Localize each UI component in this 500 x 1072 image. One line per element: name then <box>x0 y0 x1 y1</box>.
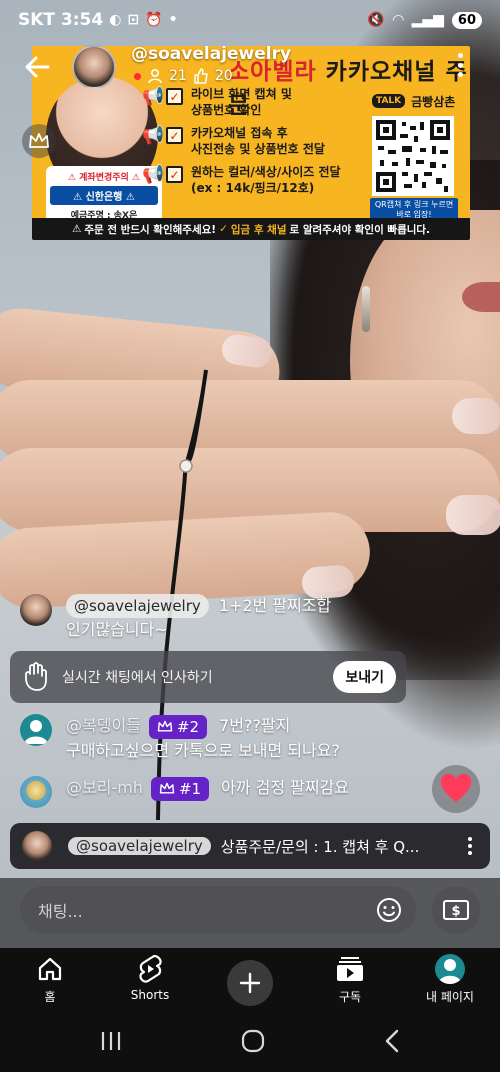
crown-icon <box>157 720 173 732</box>
pinned-text: 상품주문/문의 : 1. 캡쳐 후 Q... <box>220 837 420 856</box>
checkbox-icon: ✓ <box>166 127 183 144</box>
chat-message: @보리-mh #1 아까 검정 팔찌감요 <box>20 776 349 808</box>
svg-text:$: $ <box>451 904 460 919</box>
crown-icon[interactable] <box>22 124 56 158</box>
home-button-icon[interactable] <box>240 1028 266 1054</box>
mute-icon: 🔇 <box>367 12 385 28</box>
video-nail <box>452 398 500 434</box>
battery-indicator: 60 <box>451 11 482 29</box>
channel-avatar[interactable] <box>72 45 116 89</box>
kakao-talk-icon: TALK <box>372 94 406 108</box>
chat-text: 인기많습니다~ <box>66 620 168 639</box>
checkbox-icon: ✓ <box>166 88 183 105</box>
greeting-bar: 실시간 채팅에서 인사하기 보내기 <box>10 651 406 703</box>
greeting-text: 실시간 채팅에서 인사하기 <box>62 670 213 686</box>
megaphone-icon: 📢 <box>142 125 165 146</box>
viewer-count: 21 <box>169 68 187 84</box>
create-icon <box>227 960 273 1006</box>
chat-avatar[interactable] <box>20 776 52 808</box>
viewers-icon <box>148 68 162 84</box>
chat-text: 구매하고싶으면 카톡으로 보내면 되나요? <box>66 740 340 760</box>
dot-icon: • <box>168 12 178 28</box>
like-icon <box>194 68 208 84</box>
chat-author[interactable]: @복뎅이들 <box>66 716 141 735</box>
system-nav-bar <box>0 1010 500 1072</box>
banner-footer: ⚠ 주문 전 반드시 확인해주세요! ✓ 입금 후 채널 로 알려주셔야 확인이 … <box>32 218 470 240</box>
waving-hand-icon <box>25 662 47 691</box>
chat-text: 아까 검정 팔찌감요 <box>221 778 350 797</box>
order-step: 📢 ✓ 카카오채널 접속 후 사진전송 및 상품번호 전달 <box>142 125 372 157</box>
subscriptions-icon <box>335 954 365 984</box>
chat-text: 1+2번 팔찌조합 <box>218 596 332 615</box>
back-button-icon[interactable] <box>382 1028 402 1054</box>
nav-label: Shorts <box>130 988 170 1002</box>
nav-label: 구독 <box>338 990 362 1004</box>
member-rank-badge: #1 <box>150 776 210 801</box>
step-text: 원하는 컬러/색상/사이즈 전달 (ex : 14k/핑크/12호) <box>191 165 341 195</box>
like-count: 20 <box>214 68 233 84</box>
live-stats: 21 20 <box>134 68 233 84</box>
video-nail <box>446 495 500 535</box>
chat-message: @복뎅이들 #2 7번??팔지 구매하고싶으면 카톡으로 보내면 되나요? <box>20 714 340 763</box>
chat-input[interactable]: 채팅... <box>20 886 416 934</box>
chat-text: 7번??팔지 <box>219 716 291 735</box>
profile-icon <box>435 954 465 984</box>
pinned-more-icon[interactable] <box>462 837 478 855</box>
super-chat-button[interactable]: $ <box>432 886 480 934</box>
notification-icon: ⊡ <box>127 12 140 28</box>
pinned-avatar <box>22 831 52 861</box>
wifi-icon: ◠ <box>392 12 404 28</box>
back-arrow-icon[interactable] <box>22 52 52 82</box>
check-icon: ✓ <box>219 223 228 235</box>
signal-icon: ▂▄▆ <box>411 12 444 28</box>
step-text: 카카오채널 접속 후 사진전송 및 상품번호 전달 <box>191 126 325 156</box>
bottom-nav: 홈 Shorts 구독 내 페이지 <box>0 948 500 1010</box>
checkbox-icon: ✓ <box>166 166 183 183</box>
crown-icon <box>159 782 175 794</box>
nav-label: 홈 <box>44 990 56 1004</box>
heart-icon <box>440 774 472 802</box>
video-earring <box>362 286 370 332</box>
qr-code <box>372 116 454 196</box>
chat-avatar[interactable] <box>20 594 52 626</box>
pinned-author: @soavelajewelry <box>68 837 211 855</box>
nav-subscriptions[interactable]: 구독 <box>300 948 400 1010</box>
qr-code-icon <box>376 120 450 192</box>
chat-author[interactable]: @보리-mh <box>66 778 143 797</box>
alarm-icon: ⏰ <box>145 12 163 28</box>
chat-author-owner[interactable]: @soavelajewelry <box>66 594 209 618</box>
step-text: 라이브 화면 캡쳐 및 상품번호 확인 <box>191 87 292 117</box>
status-time: SKT 3:54 <box>18 10 104 30</box>
megaphone-icon: 📢 <box>142 164 165 185</box>
nav-create[interactable] <box>200 948 300 1010</box>
more-options-icon[interactable] <box>452 50 468 80</box>
kakao-channel-label: TALK 금빵삼촌 <box>372 90 460 112</box>
notification-icon: ◐ <box>109 12 122 28</box>
chat-message: @soavelajewelry 1+2번 팔찌조합 인기많습니다~ <box>20 594 331 642</box>
shorts-icon <box>135 954 165 984</box>
nav-home[interactable]: 홈 <box>0 948 100 1010</box>
chat-input-placeholder: 채팅... <box>38 902 83 921</box>
order-step: 📢 ✓ 라이브 화면 캡쳐 및 상품번호 확인 <box>142 86 372 118</box>
order-steps: 📢 ✓ 라이브 화면 캡쳐 및 상품번호 확인 📢 ✓ 카카오채널 접속 후 사… <box>142 86 372 203</box>
super-chat-icon: $ <box>443 900 469 920</box>
channel-handle[interactable]: @soavelajewelry <box>131 44 291 64</box>
heart-reaction-button[interactable] <box>432 765 480 813</box>
order-step: 📢 ✓ 원하는 컬러/색상/사이즈 전달 (ex : 14k/핑크/12호) <box>142 164 372 196</box>
recent-apps-icon[interactable] <box>98 1030 124 1052</box>
emoji-icon[interactable] <box>376 897 402 923</box>
nav-label: 내 페이지 <box>426 990 474 1004</box>
video-lips <box>462 282 500 312</box>
megaphone-icon: 📢 <box>142 86 165 107</box>
live-dot-icon <box>134 72 141 80</box>
home-icon <box>35 954 65 984</box>
nav-shorts[interactable]: Shorts <box>100 948 200 1010</box>
chat-avatar[interactable] <box>20 714 52 746</box>
status-bar: SKT 3:54 ◐ ⊡ ⏰ • 🔇 ◠ ▂▄▆ 60 <box>0 0 500 40</box>
pinned-message[interactable]: @soavelajewelry 상품주문/문의 : 1. 캡쳐 후 Q... <box>10 823 490 869</box>
warning-icon: ⚠ <box>71 223 82 235</box>
member-rank-badge: #2 <box>148 714 208 739</box>
greeting-send-button[interactable]: 보내기 <box>333 661 396 693</box>
nav-profile[interactable]: 내 페이지 <box>400 948 500 1010</box>
